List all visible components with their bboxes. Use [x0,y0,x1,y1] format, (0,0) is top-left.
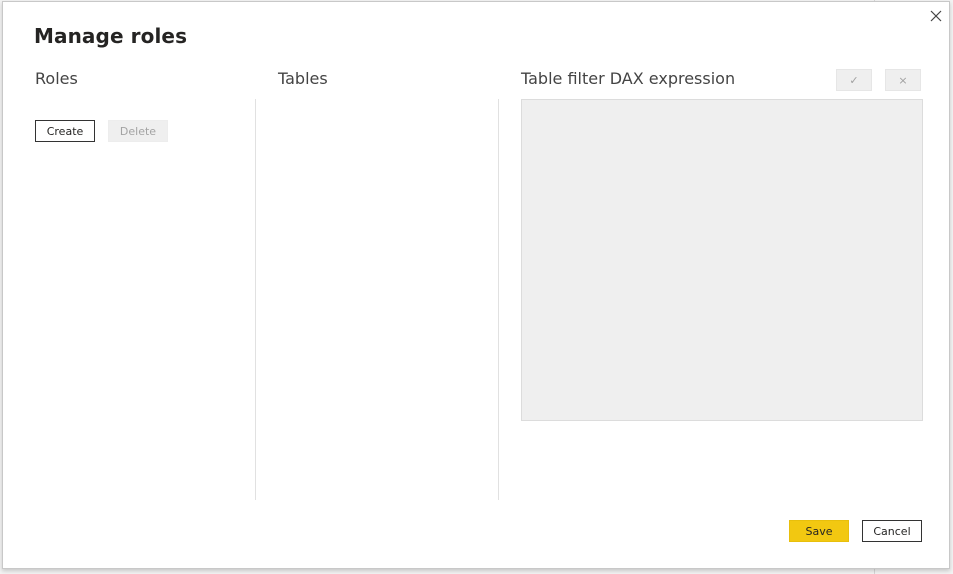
delete-role-button[interactable]: Delete [108,120,168,142]
close-button[interactable] [927,7,945,25]
create-role-button[interactable]: Create [35,120,95,142]
confirm-dax-button[interactable]: ✓ [836,69,872,91]
tables-header: Tables [278,69,328,88]
discard-dax-button[interactable]: × [885,69,921,91]
tables-dax-divider [498,99,499,500]
x-icon: × [898,73,908,87]
dialog-title: Manage roles [34,24,188,48]
close-icon [930,10,942,22]
dax-header: Table filter DAX expression [521,69,736,88]
manage-roles-dialog: Manage roles Roles Create Delete Tables … [2,1,950,569]
roles-tables-divider [255,99,256,500]
roles-header: Roles [35,69,78,88]
dax-expression-editor[interactable] [521,99,923,421]
cancel-button[interactable]: Cancel [862,520,922,542]
save-button[interactable]: Save [789,520,849,542]
check-icon: ✓ [849,73,859,87]
